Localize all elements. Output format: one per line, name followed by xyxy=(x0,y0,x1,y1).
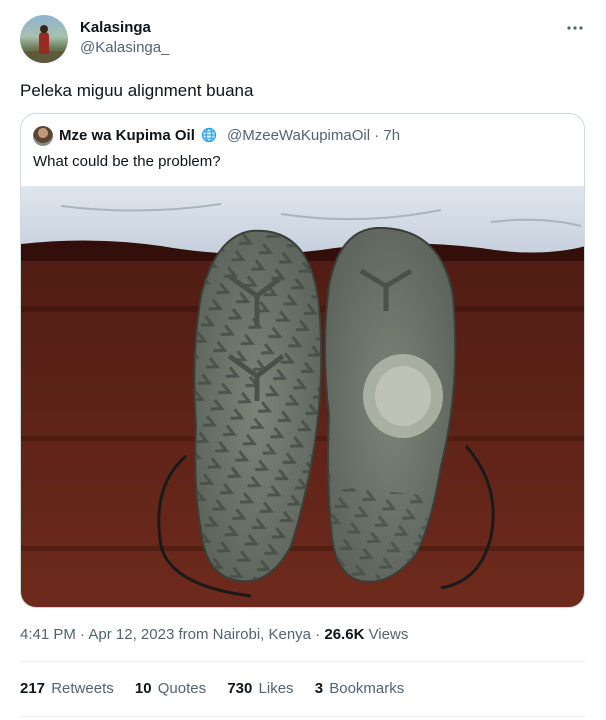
tweet-detail: Kalasinga @Kalasinga_ Peleka miguu align… xyxy=(0,0,606,720)
tweet-meta: 4:41 PM · Apr 12, 2023 from Nairobi, Ken… xyxy=(20,626,409,643)
retweets-count: 217 xyxy=(20,680,46,697)
quotes-count: 10 xyxy=(134,680,152,697)
retweets-label: Retweets xyxy=(51,680,114,697)
views-label: Views xyxy=(368,626,409,643)
quoted-author-name-text: Mze wa Kupima Oil xyxy=(59,127,195,144)
tweet-time[interactable]: 4:41 PM xyxy=(20,626,76,643)
author-handle[interactable]: @Kalasinga_ xyxy=(80,39,169,57)
quotes-stat[interactable]: 10 Quotes xyxy=(135,680,206,698)
tweet-location: from Nairobi, Kenya xyxy=(178,626,312,643)
author-avatar[interactable] xyxy=(20,15,68,63)
quoted-author-name: Mze wa Kupima Oil xyxy=(59,127,217,145)
retweets-stat[interactable]: 217 Retweets xyxy=(20,680,114,698)
likes-label: Likes xyxy=(258,680,294,697)
quoted-tweet-text: What could be the problem? xyxy=(33,153,221,170)
quoted-tweet-photo[interactable] xyxy=(21,186,585,608)
likes-count: 730 xyxy=(227,680,253,697)
divider xyxy=(20,661,586,662)
bookmarks-stat[interactable]: 3 Bookmarks xyxy=(315,680,405,698)
globe-icon xyxy=(201,127,217,143)
more-horizontal-icon xyxy=(567,26,583,30)
quotes-label: Quotes xyxy=(157,680,207,697)
divider xyxy=(20,716,586,717)
views-count: 26.6K xyxy=(324,626,365,643)
bookmarks-label: Bookmarks xyxy=(329,680,405,697)
more-options-button[interactable] xyxy=(563,16,587,40)
author-name[interactable]: Kalasinga xyxy=(80,19,151,37)
tweet-text: Peleka miguu alignment buana xyxy=(20,81,254,100)
tweet-date[interactable]: Apr 12, 2023 xyxy=(88,626,174,643)
quoted-author-avatar xyxy=(33,126,53,146)
likes-stat[interactable]: 730 Likes xyxy=(227,680,293,698)
quoted-tweet[interactable]: Mze wa Kupima Oil @MzeeWaKupimaOil · 7h … xyxy=(20,113,585,608)
engagement-stats: 217 Retweets 10 Quotes 730 Likes 3 Bookm… xyxy=(20,680,421,698)
quoted-author-handle: @MzeeWaKupimaOil · 7h xyxy=(227,127,401,144)
bookmarks-count: 3 xyxy=(314,680,324,697)
